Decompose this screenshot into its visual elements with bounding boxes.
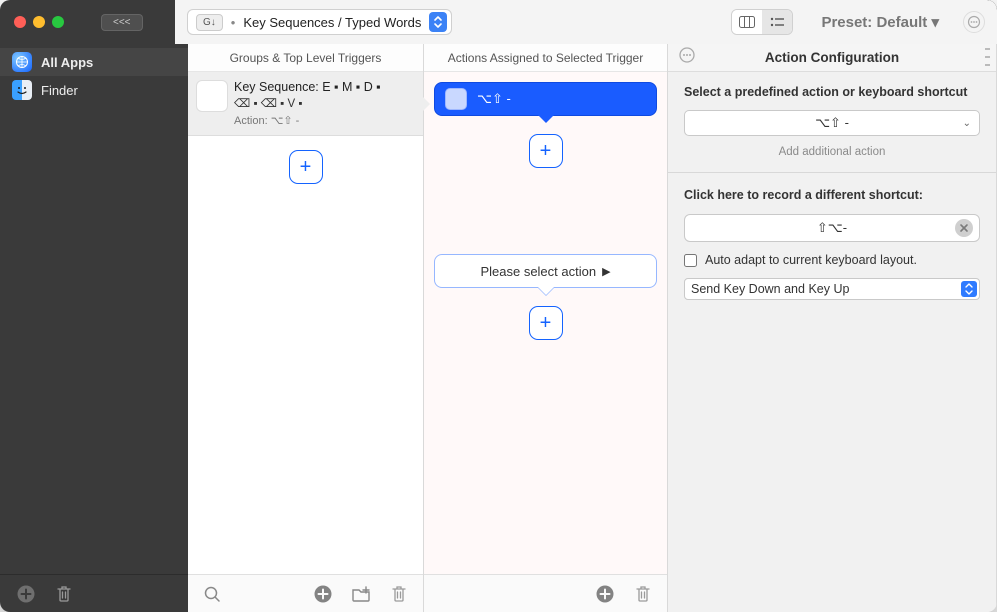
main-body: All Apps Finder Groups & To	[0, 44, 997, 612]
triggers-header: Groups & Top Level Triggers	[188, 44, 423, 72]
delete-trigger-button[interactable]	[387, 582, 411, 606]
key-badge-icon: G↓	[196, 14, 223, 31]
add-additional-action-link[interactable]: Add additional action	[684, 146, 980, 158]
app-window: <<< G↓ • Key Sequences / Typed Words P	[0, 0, 997, 612]
minimize-window-button[interactable]	[33, 16, 45, 28]
preset-selector[interactable]: Preset: Default ▾	[811, 9, 949, 35]
config-title: Action Configuration	[765, 50, 899, 65]
view-list-button[interactable]	[762, 10, 792, 34]
delete-action-button[interactable]	[631, 582, 655, 606]
separator-dot: •	[231, 15, 236, 30]
chevron-down-icon: ⌄	[963, 118, 971, 129]
trigger-thumbnail	[196, 80, 228, 112]
category-label: Key Sequences / Typed Words	[243, 15, 421, 30]
predefined-action-select[interactable]: ⌥⇧ - ⌄	[684, 110, 980, 136]
predefined-label: Select a predefined action or keyboard s…	[684, 84, 980, 100]
select-action-placeholder[interactable]: Please select action ▶	[434, 254, 657, 288]
auto-adapt-checkbox[interactable]	[684, 254, 697, 267]
divider	[668, 172, 996, 173]
sidebar-list: All Apps Finder	[0, 44, 188, 574]
trigger-category-dropdown[interactable]: G↓ • Key Sequences / Typed Words	[187, 9, 452, 35]
triggers-column: Groups & Top Level Triggers Key Sequence…	[188, 44, 424, 612]
actions-column: Actions Assigned to Selected Trigger ⌥⇧ …	[424, 44, 668, 612]
play-icon: ▶	[602, 265, 610, 278]
config-header: Action Configuration	[668, 44, 996, 72]
sidebar-item-label: All Apps	[41, 55, 93, 70]
back-button[interactable]: <<<	[101, 14, 143, 31]
clear-shortcut-button[interactable]	[955, 219, 973, 237]
view-mode-segmented[interactable]	[731, 9, 793, 35]
dropdown-stepper-icon	[961, 281, 977, 297]
titlebar: <<< G↓ • Key Sequences / Typed Words P	[0, 0, 997, 44]
search-button[interactable]	[200, 582, 224, 606]
sidebar-item-label: Finder	[41, 83, 78, 98]
record-label: Click here to record a different shortcu…	[684, 187, 980, 203]
close-window-button[interactable]	[14, 16, 26, 28]
sidebar-item-finder[interactable]: Finder	[0, 76, 188, 104]
recorded-shortcut-value: ⇧⌥-	[817, 220, 847, 236]
auto-adapt-checkbox-row[interactable]: Auto adapt to current keyboard layout.	[684, 252, 980, 269]
globe-icon	[12, 52, 32, 72]
sidebar: All Apps Finder	[0, 44, 188, 612]
trigger-action-summary: Action: ⌥⇧ -	[234, 114, 413, 127]
toolbar: G↓ • Key Sequences / Typed Words Preset:…	[175, 0, 997, 44]
trigger-row[interactable]: Key Sequence: E ▪ M ▪ D ▪ ⌫ ▪ ⌫ ▪ V ▪ Ac…	[188, 72, 423, 136]
zoom-window-button[interactable]	[52, 16, 64, 28]
add-action-button-2[interactable]: +	[529, 306, 563, 340]
more-menu-button[interactable]	[963, 11, 985, 33]
dropdown-stepper-icon	[429, 12, 447, 32]
sidebar-footer	[0, 574, 188, 612]
add-action-button-1[interactable]: +	[529, 134, 563, 168]
predefined-action-value: ⌥⇧ -	[815, 115, 849, 131]
action-chip-label: ⌥⇧ -	[477, 91, 511, 107]
actions-footer	[424, 574, 667, 612]
add-app-button[interactable]	[14, 582, 38, 606]
traffic-lights: <<<	[0, 14, 175, 31]
auto-adapt-label: Auto adapt to current keyboard layout.	[705, 252, 917, 269]
assigned-action-chip[interactable]: ⌥⇧ -	[434, 82, 657, 116]
add-action-footer-button[interactable]	[593, 582, 617, 606]
select-action-label: Please select action	[480, 264, 596, 279]
finder-icon	[12, 80, 32, 100]
delete-app-button[interactable]	[52, 582, 76, 606]
trigger-title: Key Sequence: E ▪ M ▪ D ▪	[234, 80, 413, 94]
trigger-keys-line2: ⌫ ▪ ⌫ ▪ V ▪	[234, 96, 413, 110]
add-button[interactable]	[311, 582, 335, 606]
sidebar-item-all-apps[interactable]: All Apps	[0, 48, 188, 76]
triggers-footer	[188, 574, 423, 612]
resize-handle-icon[interactable]	[985, 48, 990, 66]
actions-body: ⌥⇧ - + Please select action ▶ +	[424, 72, 667, 574]
triggers-body: +	[188, 136, 423, 574]
shortcut-recorder[interactable]: ⇧⌥-	[684, 214, 980, 242]
send-mode-select[interactable]: Send Key Down and Key Up	[684, 278, 980, 300]
config-more-button[interactable]	[678, 46, 696, 69]
actions-header: Actions Assigned to Selected Trigger	[424, 44, 667, 72]
config-column: Action Configuration Select a predefined…	[668, 44, 997, 612]
send-mode-value: Send Key Down and Key Up	[691, 282, 849, 296]
group-button[interactable]	[349, 582, 373, 606]
config-body: Select a predefined action or keyboard s…	[668, 72, 996, 312]
view-columns-button[interactable]	[732, 10, 762, 34]
action-thumbnail	[445, 88, 467, 110]
add-trigger-button[interactable]: +	[289, 150, 323, 184]
